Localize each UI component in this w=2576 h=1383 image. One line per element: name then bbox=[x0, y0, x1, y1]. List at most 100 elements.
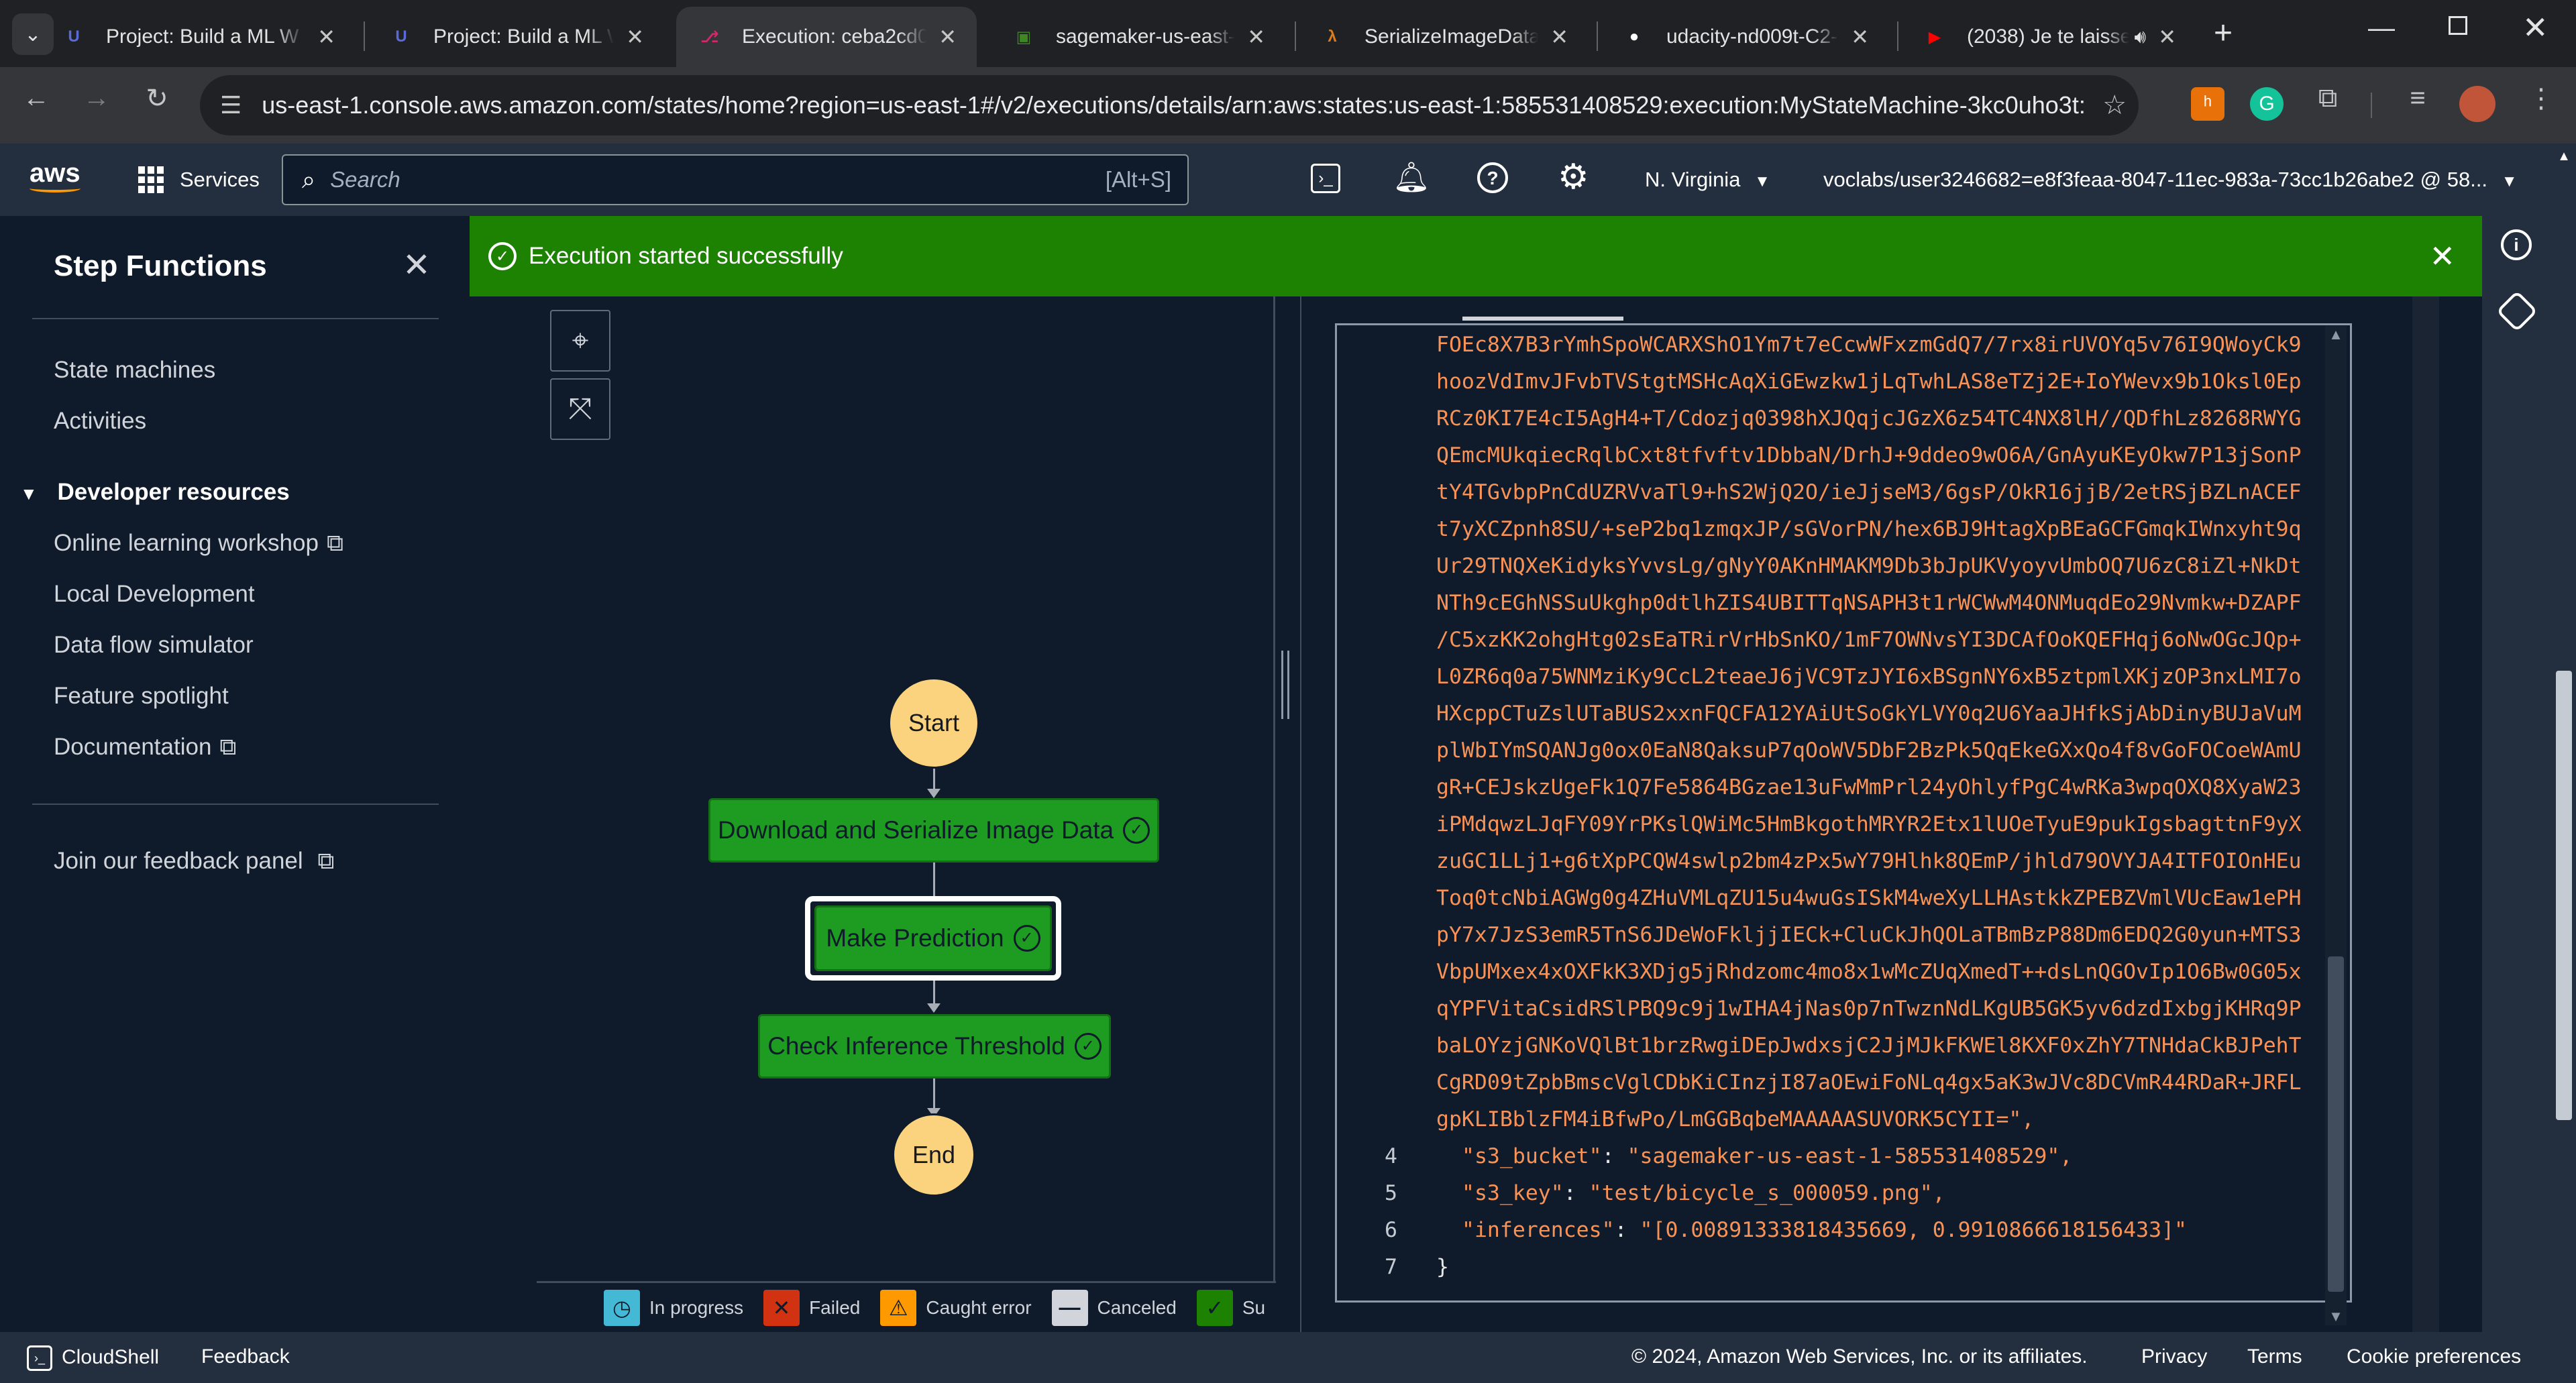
json-value: "sagemaker-us-east-1-585531408529", bbox=[1627, 1144, 2073, 1168]
tab-close-icon[interactable]: ✕ bbox=[1550, 24, 1568, 50]
tab-close-icon[interactable]: ✕ bbox=[2158, 24, 2176, 50]
tab-close-icon[interactable]: ✕ bbox=[317, 24, 335, 50]
feedback-panel-link[interactable]: Join our feedback panel ⧉ bbox=[54, 848, 334, 875]
code-line: L0ZR6q0a75WNMziKy9CcL2teaeJ6jVC9TzJYI6xB… bbox=[1436, 665, 2302, 689]
tab-close-icon[interactable]: ✕ bbox=[938, 24, 957, 50]
bookmark-star-icon[interactable]: ☆ bbox=[2102, 90, 2127, 121]
search-shortcut: [Alt+S] bbox=[1105, 167, 1171, 192]
browser-tab[interactable]: U Project: Build a ML W ✕ bbox=[368, 7, 664, 67]
banner-close-icon[interactable]: ✕ bbox=[2429, 238, 2455, 274]
browser-tab[interactable]: ▶ (2038) Je te laisse 🔊︎ ✕ bbox=[1901, 7, 2196, 67]
state-download-serialize[interactable]: Download and Serialize Image Data ✓ bbox=[708, 798, 1159, 863]
address-bar[interactable]: ☰ us-east-1.console.aws.amazon.com/state… bbox=[200, 75, 2139, 135]
settings-gear-icon[interactable]: ⚙ bbox=[1558, 157, 1589, 197]
tab-title: Project: Build a ML W bbox=[433, 25, 614, 48]
code-line: CgRD09tZpbBmscVglCDbKiCInzjI87aOEwiFoNLq… bbox=[1436, 1070, 2302, 1095]
account-menu[interactable]: voclabs/user3246682=e8f3feaa-8047-11ec-9… bbox=[1823, 168, 2517, 192]
success-banner: ✓ Execution started successfully ✕ bbox=[470, 216, 2482, 296]
developer-resources-toggle[interactable]: ▼ Developer resources bbox=[20, 479, 290, 506]
panel-resize-handle[interactable] bbox=[1281, 651, 1289, 719]
sidebar-title[interactable]: Step Functions bbox=[54, 250, 267, 283]
help-icon[interactable]: ? bbox=[1477, 162, 1508, 193]
feedback-link[interactable]: Feedback bbox=[201, 1345, 290, 1368]
browser-tab[interactable]: ● udacity-nd009t-C2-D ✕ bbox=[1601, 7, 1889, 67]
json-value: "test/bicycle_s_000059.png", bbox=[1589, 1181, 1945, 1205]
aws-logo[interactable]: aws bbox=[30, 158, 80, 192]
tab-title: udacity-nd009t-C2-D bbox=[1666, 25, 1839, 48]
profile-avatar[interactable] bbox=[2459, 86, 2496, 122]
cookie-preferences-link[interactable]: Cookie preferences bbox=[2347, 1345, 2521, 1368]
state-make-prediction[interactable]: Make Prediction ✓ bbox=[814, 905, 1052, 971]
terms-link[interactable]: Terms bbox=[2247, 1345, 2302, 1368]
cloudshell-icon[interactable]: ›_ bbox=[1311, 164, 1340, 193]
page-scrollbar[interactable]: ▲ bbox=[2552, 144, 2576, 1332]
end-node[interactable]: End bbox=[892, 1113, 975, 1197]
panel-scrollbar[interactable] bbox=[2412, 296, 2439, 1332]
sidebar-dev-item[interactable]: Local Development bbox=[54, 581, 255, 608]
search-input[interactable]: ⌕ Search [Alt+S] bbox=[282, 154, 1189, 205]
caret-down-icon: ▼ bbox=[1754, 172, 1770, 190]
udacity-icon: U bbox=[395, 27, 407, 46]
extension-icon[interactable]: ʰ bbox=[2191, 87, 2224, 121]
services-grid-icon[interactable] bbox=[138, 166, 165, 193]
browser-tab[interactable]: ⎇ Execution: ceba2cd0- ✕ bbox=[676, 7, 977, 67]
scroll-thumb[interactable] bbox=[2556, 671, 2572, 1120]
browser-tab[interactable]: λ SerializeImageData | ✕ bbox=[1299, 7, 1589, 67]
extensions-puzzle-icon[interactable]: ⧉ bbox=[2308, 83, 2348, 113]
site-info-icon[interactable]: ☰ bbox=[220, 91, 241, 119]
feedback-icon[interactable] bbox=[2496, 290, 2538, 333]
code-line: } bbox=[1436, 1255, 1449, 1279]
sidebar-dev-item[interactable]: Online learning workshop ⧉ bbox=[54, 530, 343, 557]
scroll-up-icon[interactable]: ▲ bbox=[2552, 149, 2576, 164]
browser-menu-icon[interactable]: ⋮ bbox=[2521, 83, 2561, 114]
json-key: "s3_key" bbox=[1462, 1181, 1564, 1205]
back-icon[interactable]: ← bbox=[16, 83, 56, 113]
code-scrollbar[interactable]: ▲ ▼ bbox=[2325, 326, 2347, 1325]
center-graph-icon[interactable]: ⌖ bbox=[550, 310, 610, 372]
scroll-up-icon[interactable]: ▲ bbox=[2325, 326, 2347, 343]
forward-icon[interactable]: → bbox=[76, 83, 117, 113]
tab-close-icon[interactable]: ✕ bbox=[1851, 24, 1869, 50]
code-line: FOEc8X7B3rYmhSpoWCARXShO1Ym7t7eCcwWFxzmG… bbox=[1436, 333, 2302, 357]
sidebar-dev-item[interactable]: Feature spotlight bbox=[54, 683, 229, 710]
region-selector[interactable]: N. Virginia ▼ bbox=[1645, 168, 1770, 192]
privacy-link[interactable]: Privacy bbox=[2141, 1345, 2207, 1368]
minimize-button[interactable]: — bbox=[2368, 13, 2395, 44]
restore-button[interactable] bbox=[2449, 16, 2467, 35]
tab-close-icon[interactable]: ✕ bbox=[1247, 24, 1265, 50]
sidebar-item-activities[interactable]: Activities bbox=[54, 408, 146, 435]
legend-label: Canceled bbox=[1097, 1296, 1177, 1318]
close-window-button[interactable]: ✕ bbox=[2522, 9, 2548, 46]
notifications-bell-icon[interactable]: 🔔︎ bbox=[1393, 160, 1430, 195]
step-functions-icon: ⎇ bbox=[700, 27, 719, 46]
sidebar-item-state-machines[interactable]: State machines bbox=[54, 357, 215, 384]
cloudshell-button[interactable]: ›_ CloudShell bbox=[27, 1345, 159, 1371]
state-check-inference-threshold[interactable]: Check Inference Threshold ✓ bbox=[758, 1014, 1111, 1078]
grammarly-icon[interactable]: G bbox=[2250, 87, 2284, 121]
browser-tab[interactable]: ▣ sagemaker-us-east-1 ✕ bbox=[990, 7, 1285, 67]
legend-label: Su bbox=[1242, 1296, 1266, 1318]
account-label: voclabs/user3246682=e8f3feaa-8047-11ec-9… bbox=[1823, 168, 2488, 191]
start-node[interactable]: Start bbox=[888, 677, 979, 769]
sidebar-dev-item[interactable]: Documentation ⧉ bbox=[54, 734, 236, 761]
copyright-text: © 2024, Amazon Web Services, Inc. or its… bbox=[1631, 1345, 2088, 1368]
cloudshell-label: CloudShell bbox=[62, 1345, 160, 1368]
new-tab-button[interactable]: + bbox=[2214, 15, 2233, 52]
scroll-down-icon[interactable]: ▼ bbox=[2325, 1308, 2347, 1325]
sidebar-dev-item[interactable]: Data flow simulator bbox=[54, 632, 254, 659]
external-link-icon: ⧉ bbox=[317, 848, 335, 874]
tab-close-icon[interactable]: ✕ bbox=[626, 24, 644, 50]
tab-audio-icon[interactable]: 🔊︎ bbox=[2135, 26, 2147, 48]
browser-tab[interactable]: U Project: Build a ML W ✕ bbox=[40, 7, 356, 67]
udacity-icon: U bbox=[68, 27, 80, 46]
fit-graph-icon[interactable]: ⤧ bbox=[550, 378, 610, 440]
info-icon[interactable]: i bbox=[2501, 229, 2532, 260]
sidebar-close-icon[interactable]: ✕ bbox=[402, 245, 431, 284]
banner-message: Execution started successfully bbox=[529, 243, 843, 269]
media-controls-icon[interactable]: ≡ bbox=[2398, 83, 2438, 113]
reload-icon[interactable]: ↻ bbox=[137, 83, 177, 114]
code-line: Toq0tcNbiAGWg0g4ZHuVMLqZU15u4wuGsISkM4we… bbox=[1436, 886, 2302, 910]
services-menu[interactable]: Services bbox=[180, 168, 260, 192]
code-viewer[interactable]: FOEc8X7B3rYmhSpoWCARXShO1Ym7t7eCcwWFxzmG… bbox=[1335, 323, 2352, 1303]
scroll-thumb[interactable] bbox=[2328, 956, 2344, 1292]
